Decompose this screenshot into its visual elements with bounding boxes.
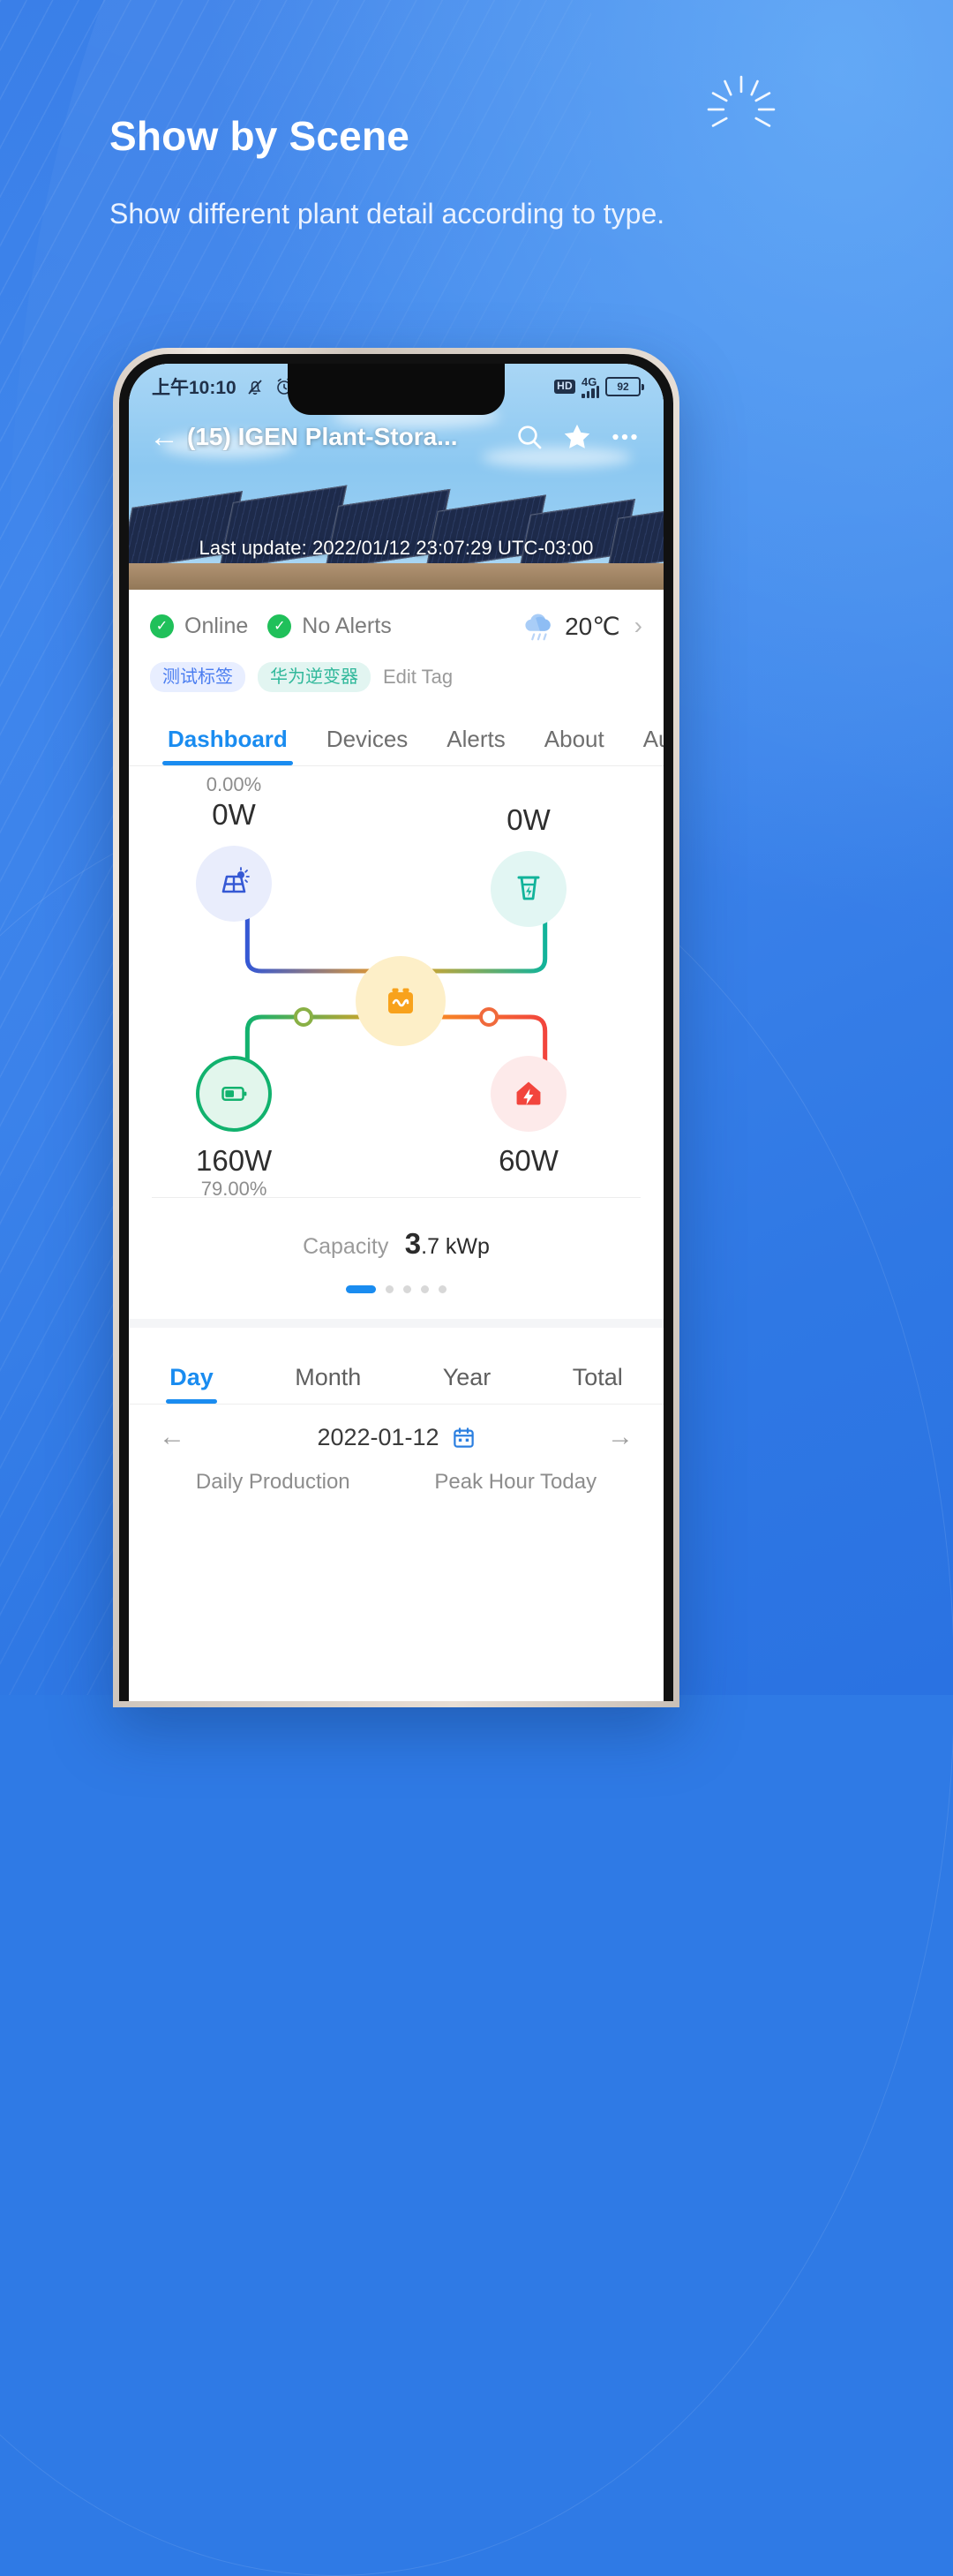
daily-production-label: Daily Production	[195, 1470, 350, 1494]
solar-bubble	[196, 846, 272, 922]
solar-panel-icon	[221, 867, 250, 893]
tab-devices[interactable]: Devices	[307, 726, 427, 765]
flow-node-inverter[interactable]	[356, 956, 446, 1046]
signal-bars-icon	[582, 384, 599, 398]
chevron-right-icon: ›	[634, 612, 642, 639]
tab-auto[interactable]: Aut	[624, 726, 664, 765]
promo-title: Show by Scene	[109, 113, 410, 159]
capacity-value: 3	[404, 1227, 422, 1260]
grid-bubble	[491, 851, 567, 927]
star-filled-icon	[564, 424, 590, 448]
grid-tower-icon	[517, 876, 540, 900]
tag-chip[interactable]: 测试标签	[150, 662, 245, 692]
flow-node-grid[interactable]: 0W	[491, 802, 567, 927]
check-circle-icon: ✓	[267, 614, 292, 638]
tab-about[interactable]: About	[525, 726, 624, 765]
production-stat-labels: Daily Production Peak Hour Today	[129, 1470, 664, 1495]
date-display[interactable]: 2022-01-12	[317, 1424, 475, 1451]
weather-widget[interactable]: 20℃ ›	[519, 609, 642, 643]
capacity-unit: .7 kWp	[421, 1234, 490, 1259]
capacity-section: Capacity 3.7 kWp	[129, 1213, 664, 1293]
phone-notch	[288, 364, 505, 415]
temperature-value: 20℃	[565, 612, 620, 640]
energy-flow-diagram: 0.00% 0W 0W 160W 79.00% 60W	[129, 766, 664, 1201]
selected-date: 2022-01-12	[317, 1423, 439, 1450]
battery-indicator: 92	[605, 377, 644, 396]
promo-subtitle: Show different plant detail according to…	[109, 197, 665, 230]
date-selector: ← 2022-01-12 →	[129, 1405, 664, 1470]
plant-info-card: ✓ Online ✓ No Alerts 20℃ › 测试标签 华为逆变器 Ed…	[129, 590, 664, 708]
tab-dashboard[interactable]: Dashboard	[148, 726, 307, 765]
battery-bubble	[196, 1056, 273, 1132]
status-time: 上午10:10	[152, 378, 236, 398]
capacity-line: Capacity 3.7 kWp	[129, 1227, 664, 1261]
peak-hour-label: Peak Hour Today	[434, 1470, 597, 1494]
section-divider	[152, 1197, 641, 1198]
period-total[interactable]: Total	[573, 1364, 623, 1404]
solar-value: 0W	[212, 798, 256, 831]
rain-cloud-icon	[525, 614, 551, 641]
production-section: Day Month Year Total ← 2022-01-12 → Dail…	[129, 1319, 664, 1495]
check-circle-icon: ✓	[150, 614, 174, 638]
carousel-pager[interactable]	[129, 1285, 664, 1293]
tab-alerts[interactable]: Alerts	[427, 726, 524, 765]
more-horizontal-icon	[612, 433, 637, 441]
ground	[129, 563, 664, 593]
battery-level: 92	[605, 377, 641, 396]
load-value: 60W	[499, 1144, 559, 1177]
flow-node-solar[interactable]: 0.00% 0W	[196, 773, 272, 922]
load-bubble	[491, 1056, 567, 1132]
pager-dot[interactable]	[403, 1285, 411, 1293]
favorite-button[interactable]	[556, 421, 598, 453]
next-date-button[interactable]: →	[607, 1422, 634, 1452]
status-bar-right: HD 4G 92	[554, 376, 644, 398]
battery-cap	[642, 383, 644, 390]
status-alerts-label: No Alerts	[302, 613, 392, 638]
period-year[interactable]: Year	[443, 1364, 492, 1404]
tag-row: 测试标签 华为逆变器 Edit Tag	[150, 662, 642, 692]
capacity-label: Capacity	[303, 1234, 389, 1259]
app-navbar: ← (15) IGEN Plant-Stora...	[129, 410, 664, 464]
inverter-bubble	[356, 956, 446, 1046]
page-title: (15) IGEN Plant-Stora...	[187, 423, 458, 450]
edit-tag-button[interactable]: Edit Tag	[383, 666, 453, 689]
home-bolt-icon	[516, 1081, 541, 1105]
network-indicator: 4G	[582, 376, 599, 398]
phone-bezel: 上午10:10 HD 4G 92 ← (15) IGEN Plant-Stora…	[119, 354, 673, 1701]
battery-icon	[221, 1087, 247, 1101]
solar-percent: 0.00%	[206, 773, 262, 795]
pager-dot[interactable]	[386, 1285, 394, 1293]
hd-badge: HD	[554, 380, 575, 394]
status-row: ✓ Online ✓ No Alerts 20℃ ›	[150, 609, 642, 643]
search-button[interactable]	[508, 422, 551, 452]
grid-value: 0W	[507, 803, 551, 836]
main-tabs: Dashboard Devices Alerts About Aut	[129, 704, 664, 766]
sparkle-burst-icon	[707, 75, 776, 127]
status-indicators: ✓ Online ✓ No Alerts	[150, 614, 401, 639]
search-icon	[518, 426, 542, 449]
period-month[interactable]: Month	[295, 1364, 361, 1404]
flow-node-load[interactable]: 60W	[491, 1056, 567, 1178]
prev-date-button[interactable]: ←	[159, 1422, 185, 1452]
tag-chip[interactable]: 华为逆变器	[258, 662, 371, 692]
period-tabs: Day Month Year Total	[129, 1328, 664, 1405]
last-update-text: Last update: 2022/01/12 23:07:29 UTC-03:…	[199, 537, 594, 559]
more-button[interactable]	[604, 421, 646, 453]
bell-muted-icon	[248, 380, 262, 395]
calendar-icon	[453, 1427, 474, 1448]
pager-dot[interactable]	[421, 1285, 429, 1293]
back-button[interactable]: ←	[146, 422, 182, 452]
battery-value: 160W	[196, 1144, 273, 1177]
status-bar-left: 上午10:10	[152, 373, 295, 400]
status-online-label: Online	[184, 613, 249, 638]
inverter-icon	[388, 988, 413, 1013]
flow-node-battery[interactable]: 160W 79.00%	[196, 1056, 272, 1201]
pager-dot[interactable]	[439, 1285, 446, 1293]
phone-mockup: 上午10:10 HD 4G 92 ← (15) IGEN Plant-Stora…	[113, 348, 679, 1707]
pager-dot[interactable]	[346, 1285, 376, 1293]
promo-copy: Show by Scene Show different plant detai…	[109, 75, 776, 234]
period-day[interactable]: Day	[166, 1364, 217, 1404]
phone-screen: 上午10:10 HD 4G 92 ← (15) IGEN Plant-Stora…	[129, 364, 664, 1701]
